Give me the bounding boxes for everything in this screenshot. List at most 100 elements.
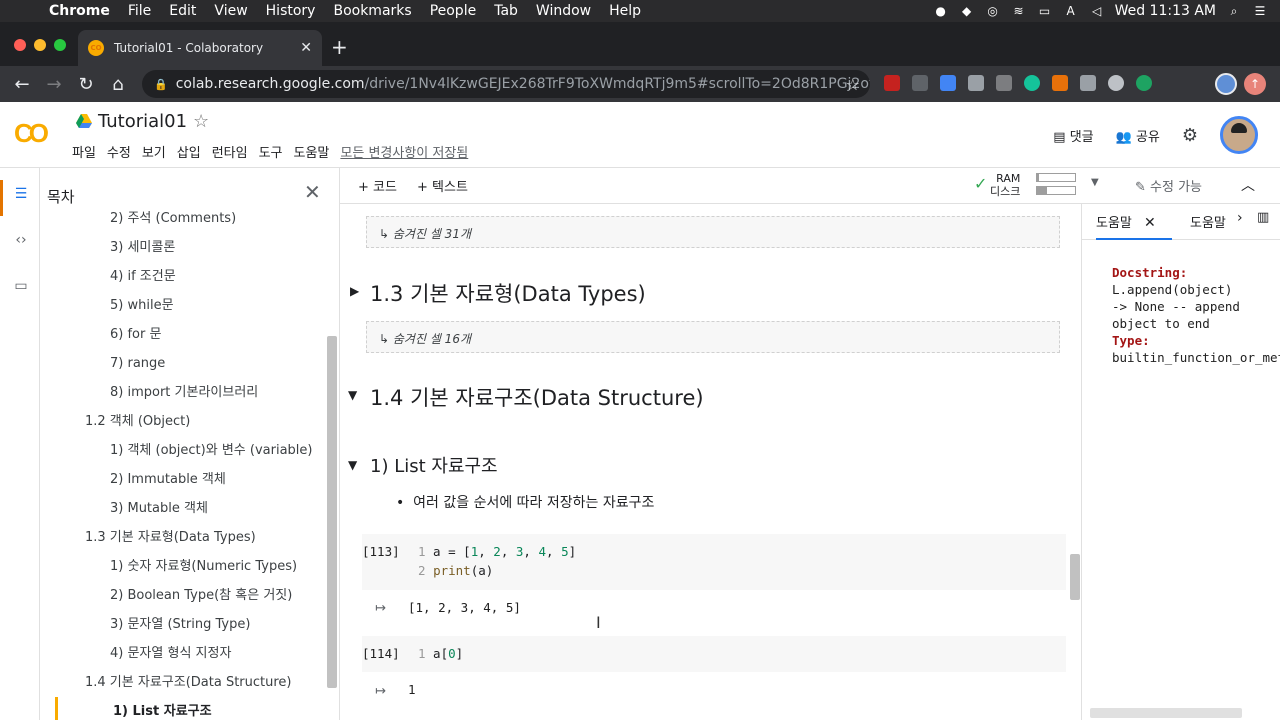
- home-button[interactable]: ⌂: [102, 74, 134, 95]
- hidden-cells-indicator[interactable]: ↳ 숨겨진 셀 16개: [366, 321, 1060, 353]
- share-button[interactable]: 👥 공유: [1116, 126, 1160, 145]
- help-tab[interactable]: 도움말: [1190, 212, 1226, 231]
- toc-item[interactable]: 6) for 문: [40, 320, 326, 349]
- toc-item[interactable]: 2) 주석 (Comments): [40, 204, 326, 233]
- sync-icon[interactable]: ◎: [985, 4, 1001, 18]
- minimize-window-button[interactable]: [34, 39, 46, 51]
- close-icon[interactable]: ✕: [304, 180, 321, 204]
- colab-logo[interactable]: CO: [14, 118, 49, 149]
- menu-view[interactable]: 보기: [142, 142, 166, 161]
- forward-button[interactable]: →: [38, 74, 70, 95]
- add-text-button[interactable]: + 텍스트: [417, 176, 468, 195]
- toc-item[interactable]: 3) 세미콜론: [40, 233, 326, 262]
- menu-people[interactable]: People: [421, 3, 486, 19]
- toc-item[interactable]: 1.2 객체 (Object): [40, 407, 326, 436]
- bookmark-star-icon[interactable]: ☆: [846, 75, 860, 94]
- clock[interactable]: Wed 11:13 AM: [1115, 3, 1216, 19]
- toc-item[interactable]: 7) range: [40, 349, 326, 378]
- toc-item[interactable]: 2) Immutable 객체: [40, 465, 326, 494]
- menu-bookmarks[interactable]: Bookmarks: [324, 3, 420, 19]
- files-folder-icon[interactable]: ▭: [10, 278, 32, 300]
- settings-gear-icon[interactable]: ⚙: [1182, 125, 1198, 146]
- menu-runtime[interactable]: 런타임: [212, 142, 248, 161]
- menu-edit[interactable]: Edit: [160, 3, 205, 19]
- toc-item[interactable]: 3) Mutable 객체: [40, 494, 326, 523]
- extension-icon[interactable]: [968, 75, 984, 91]
- new-tab-button[interactable]: +: [331, 35, 348, 59]
- resources-dropdown-icon[interactable]: ▼: [1091, 177, 1099, 188]
- extension-icon[interactable]: [1080, 75, 1096, 91]
- toc-item[interactable]: 2) Boolean Type(참 혹은 거짓): [40, 581, 326, 610]
- extension-icon[interactable]: [1108, 75, 1124, 91]
- close-icon[interactable]: ✕: [1144, 215, 1156, 231]
- spotlight-icon[interactable]: ⌕: [1226, 4, 1242, 18]
- table-of-contents-icon[interactable]: ☰: [10, 186, 32, 208]
- extension-icon[interactable]: [1052, 75, 1068, 91]
- address-bar[interactable]: 🔒 colab.research.google.com /drive/1Nv4l…: [142, 70, 870, 98]
- close-window-button[interactable]: [14, 39, 26, 51]
- dropbox-extension-icon[interactable]: [912, 75, 928, 91]
- help-tab-active[interactable]: 도움말 ✕: [1096, 212, 1172, 240]
- volume-icon[interactable]: ◁: [1089, 4, 1105, 18]
- menu-history[interactable]: History: [257, 3, 325, 19]
- grammarly-icon[interactable]: [1024, 75, 1040, 91]
- toc-item[interactable]: 4) if 조건문: [40, 262, 326, 291]
- toc-item[interactable]: 8) import 기본라이브러리: [40, 378, 326, 407]
- collapse-section-icon[interactable]: ▼: [348, 388, 357, 402]
- menu-file[interactable]: 파일: [72, 142, 96, 161]
- app-menu[interactable]: Chrome: [40, 3, 119, 19]
- help-horizontal-scrollbar[interactable]: [1090, 708, 1242, 718]
- expand-section-icon[interactable]: ▶: [350, 284, 359, 298]
- airplay-icon[interactable]: ▭: [1037, 4, 1053, 18]
- code-cell[interactable]: [114] 1 a[0]: [362, 636, 1066, 672]
- google-drive-icon[interactable]: [76, 114, 92, 128]
- toc-scrollbar[interactable]: [327, 336, 337, 688]
- chevron-right-icon[interactable]: ›: [1237, 210, 1243, 226]
- collapse-section-icon[interactable]: ▼: [348, 458, 357, 472]
- extension-icon[interactable]: [884, 75, 900, 91]
- toc-item[interactable]: 1) 객체 (object)와 변수 (variable): [40, 436, 326, 465]
- columns-icon[interactable]: ▥: [1257, 210, 1269, 225]
- add-code-button[interactable]: + 코드: [358, 176, 397, 195]
- menu-file[interactable]: File: [119, 3, 160, 19]
- hidden-cells-indicator[interactable]: ↳ 숨겨진 셀 31개: [366, 216, 1060, 248]
- toc-item[interactable]: 4) 문자열 형식 지정자: [40, 639, 326, 668]
- collapse-header-icon[interactable]: ︿: [1241, 175, 1255, 195]
- reload-button[interactable]: ↻: [70, 74, 102, 95]
- save-status[interactable]: 모든 변경사항이 저장됨: [340, 142, 468, 161]
- menu-edit[interactable]: 수정: [107, 142, 131, 161]
- zoom-window-button[interactable]: [54, 39, 66, 51]
- extension-icon[interactable]: [940, 75, 956, 91]
- extension-icon[interactable]: [996, 75, 1012, 91]
- browser-tab[interactable]: CO Tutorial01 - Colaboratory ✕: [78, 30, 322, 66]
- profile-avatar[interactable]: [1215, 73, 1237, 95]
- menu-insert[interactable]: 삽입: [177, 142, 201, 161]
- edit-mode-button[interactable]: ✎ 수정 가능: [1135, 176, 1202, 195]
- code-cell[interactable]: [113] 1 a = [1, 2, 3, 4, 5] 2 print(a): [362, 534, 1066, 590]
- toc-item[interactable]: 3) 문자열 (String Type): [40, 610, 326, 639]
- chrome-menu-icon[interactable]: ↑: [1244, 73, 1266, 95]
- menu-view[interactable]: View: [205, 3, 256, 19]
- record-icon[interactable]: ●: [933, 4, 949, 18]
- menu-tab[interactable]: Tab: [485, 3, 527, 19]
- output-arrow-icon[interactable]: ↦: [375, 684, 386, 699]
- menu-help[interactable]: Help: [600, 3, 650, 19]
- wifi-icon[interactable]: ≋: [1011, 4, 1027, 18]
- resource-labels[interactable]: RAM 디스크: [990, 172, 1020, 198]
- notebook-title[interactable]: Tutorial01: [98, 111, 187, 132]
- notebook-scrollbar[interactable]: [1070, 554, 1080, 600]
- toc-item[interactable]: 1) 숫자 자료형(Numeric Types): [40, 552, 326, 581]
- toc-item[interactable]: 1.3 기본 자료형(Data Types): [40, 523, 326, 552]
- toc-item[interactable]: 1.4 기본 자료구조(Data Structure): [40, 668, 326, 697]
- toc-item-active[interactable]: 1) List 자료구조: [55, 697, 326, 720]
- notification-center-icon[interactable]: ☰: [1252, 4, 1268, 18]
- toc-item[interactable]: 5) while문: [40, 291, 326, 320]
- user-avatar[interactable]: [1220, 116, 1258, 154]
- code-snippets-icon[interactable]: ‹›: [10, 232, 32, 254]
- menu-help[interactable]: 도움말: [294, 142, 330, 161]
- tab-close-icon[interactable]: ✕: [300, 40, 312, 56]
- dropbox-icon[interactable]: ◆: [959, 4, 975, 18]
- menu-window[interactable]: Window: [527, 3, 600, 19]
- comment-button[interactable]: ▤ 댓글: [1053, 126, 1093, 145]
- output-arrow-icon[interactable]: ↦: [375, 601, 386, 616]
